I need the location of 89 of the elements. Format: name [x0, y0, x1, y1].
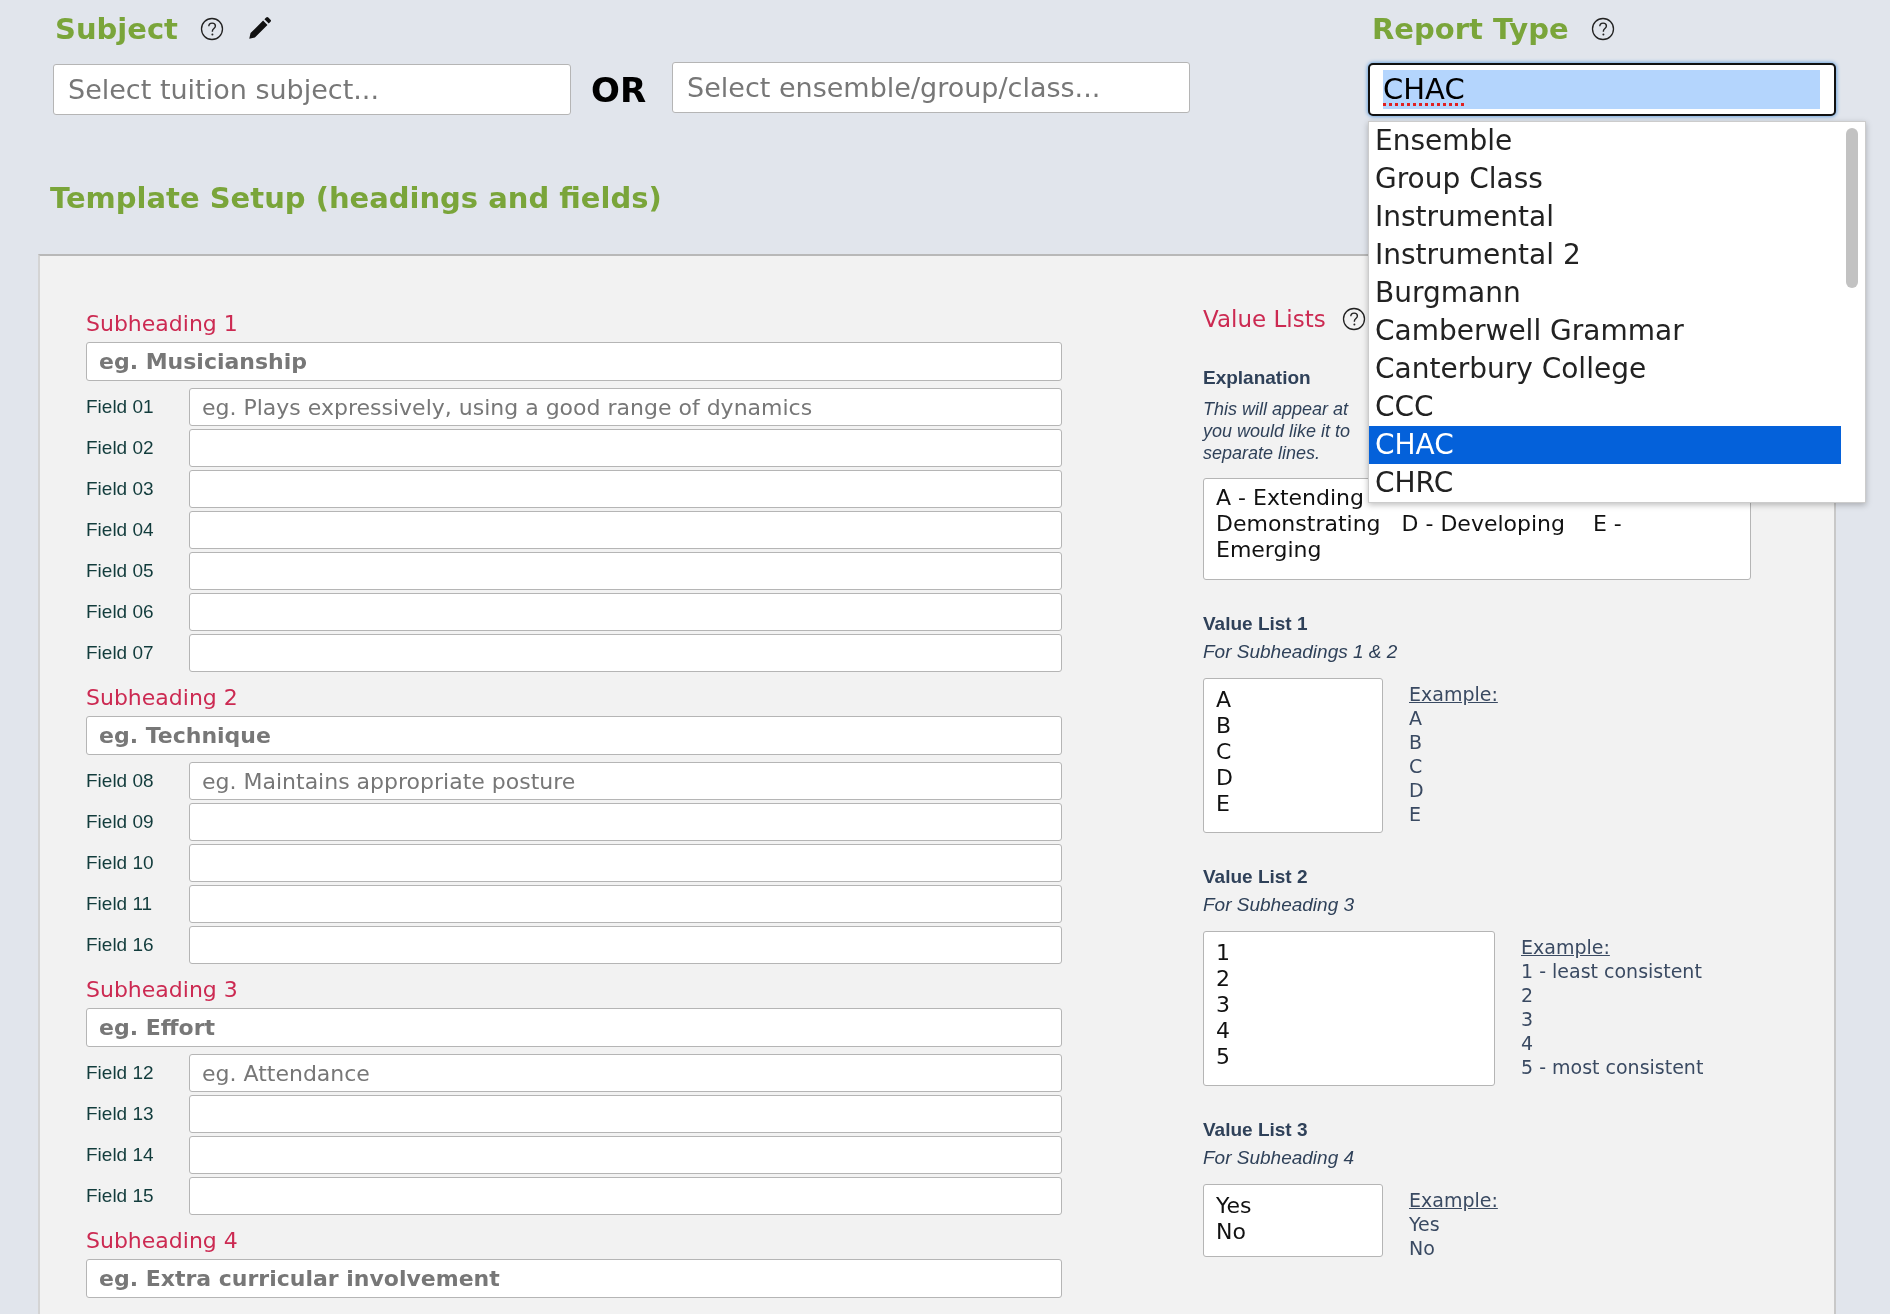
dropdown-option[interactable]: Camberwell Grammar [1369, 312, 1841, 350]
help-icon[interactable] [1590, 17, 1615, 41]
example-value: No [1409, 1236, 1436, 1260]
example-value: 4 [1521, 1031, 1535, 1055]
example-value: 5 - most consistent [1521, 1055, 1704, 1079]
report-type-title: Report Type [1372, 12, 1569, 46]
field-label: Field 10 [86, 852, 155, 874]
field-input[interactable] [189, 803, 1062, 841]
field-input[interactable] [189, 926, 1062, 964]
field-label: Field 07 [86, 642, 155, 664]
field-label: Field 05 [86, 560, 155, 582]
value-list-subtitle: For Subheadings 1 & 2 [1203, 640, 1399, 664]
example-label: Example: [1409, 1188, 1498, 1212]
explanation-title: Explanation [1203, 366, 1311, 390]
example-value: A [1409, 706, 1423, 730]
scrollbar-thumb[interactable] [1846, 128, 1858, 288]
field-input[interactable] [189, 1095, 1062, 1133]
field-label: Field 14 [86, 1144, 155, 1166]
value-list-title: Value List 1 [1203, 612, 1309, 636]
dropdown-option[interactable]: Burgmann [1369, 274, 1841, 312]
example-value: 1 - least consistent [1521, 959, 1703, 983]
explanation-text: separate lines. [1203, 442, 1321, 464]
dropdown-option[interactable]: Group Class [1369, 160, 1841, 198]
field-input[interactable] [189, 634, 1062, 672]
field-label: Field 06 [86, 601, 155, 623]
example-value: Yes [1409, 1212, 1441, 1236]
value-list-subtitle: For Subheading 3 [1203, 893, 1356, 917]
example-label: Example: [1521, 935, 1611, 959]
example-value: E [1409, 802, 1422, 826]
value-list-textarea[interactable]: Yes No [1203, 1184, 1383, 1257]
example-value: 3 [1521, 1007, 1535, 1031]
value-list-textarea[interactable]: A B C D E [1203, 678, 1383, 833]
field-label: Field 04 [86, 519, 155, 541]
field-input[interactable] [189, 844, 1062, 882]
example-value: C [1409, 754, 1424, 778]
field-input[interactable] [189, 552, 1062, 590]
dropdown-option[interactable]: Canterbury College [1369, 350, 1841, 388]
field-label: Field 15 [86, 1185, 155, 1207]
subheading-field[interactable]: eg. Technique [86, 716, 1062, 755]
value-list-subtitle: For Subheading 4 [1203, 1146, 1356, 1170]
field-label: Field 12 [86, 1062, 155, 1084]
field-label: Field 09 [86, 811, 155, 833]
field-label: Field 08 [86, 770, 155, 792]
help-icon[interactable] [199, 17, 224, 41]
subheading-field[interactable]: eg. Musicianship [86, 342, 1062, 381]
subject-title: Subject [55, 12, 178, 46]
dropdown-option[interactable]: Instrumental [1369, 198, 1841, 236]
field-input[interactable] [189, 429, 1062, 467]
field-label: Field 02 [86, 437, 155, 459]
dropdown-option[interactable]: CHAC [1369, 426, 1841, 464]
example-label: Example: [1409, 682, 1498, 706]
dropdown-option[interactable]: CCC [1369, 388, 1841, 426]
value-list-title: Value List 3 [1203, 1118, 1309, 1142]
field-label: Field 03 [86, 478, 155, 500]
field-label: Field 16 [86, 934, 155, 956]
field-input[interactable] [189, 470, 1062, 508]
help-icon[interactable] [1341, 307, 1366, 331]
value-list-title: Value List 2 [1203, 865, 1309, 889]
field-input[interactable] [189, 885, 1062, 923]
dropdown-option[interactable]: Ensemble [1369, 122, 1841, 160]
field-input[interactable] [189, 1177, 1062, 1215]
report-type-select[interactable]: CHAC [1368, 63, 1836, 116]
subheading-field[interactable]: eg. Effort [86, 1008, 1062, 1047]
explanation-text: you would like it to [1203, 420, 1351, 442]
ensemble-field[interactable]: Select ensemble/group/class... [672, 62, 1191, 113]
field-label: Field 01 [86, 396, 155, 418]
example-value: D [1409, 778, 1425, 802]
field-input[interactable]: eg. Attendance [189, 1054, 1062, 1092]
field-label: Field 11 [86, 893, 154, 915]
value-list-textarea[interactable]: 1 2 3 4 5 [1203, 931, 1495, 1086]
example-value: B [1409, 730, 1424, 754]
field-input[interactable] [189, 511, 1062, 549]
tuition-subject-field[interactable]: Select tuition subject... [53, 64, 571, 115]
field-input[interactable]: eg. Maintains appropriate posture [189, 762, 1062, 800]
dropdown-option[interactable]: Instrumental 2 [1369, 236, 1841, 274]
subheading-label: Subheading 3 [86, 977, 239, 1003]
explanation-text: This will appear at [1203, 398, 1349, 420]
field-input[interactable] [189, 1136, 1062, 1174]
subheading-label: Subheading 2 [86, 685, 239, 711]
example-value: 2 [1521, 983, 1535, 1007]
value-lists-title: Value Lists [1203, 306, 1326, 332]
subheading-label: Subheading 1 [86, 311, 239, 337]
template-setup-title: Template Setup (headings and fields) [50, 181, 662, 215]
field-input[interactable]: eg. Plays expressively, using a good range of dynamics [189, 388, 1062, 426]
field-label: Field 13 [86, 1103, 155, 1125]
subheading-label: Subheading 4 [86, 1228, 239, 1254]
subheading-field[interactable]: eg. Extra curricular involvement [86, 1259, 1062, 1298]
field-input[interactable] [189, 593, 1062, 631]
or-label: OR [591, 69, 647, 110]
